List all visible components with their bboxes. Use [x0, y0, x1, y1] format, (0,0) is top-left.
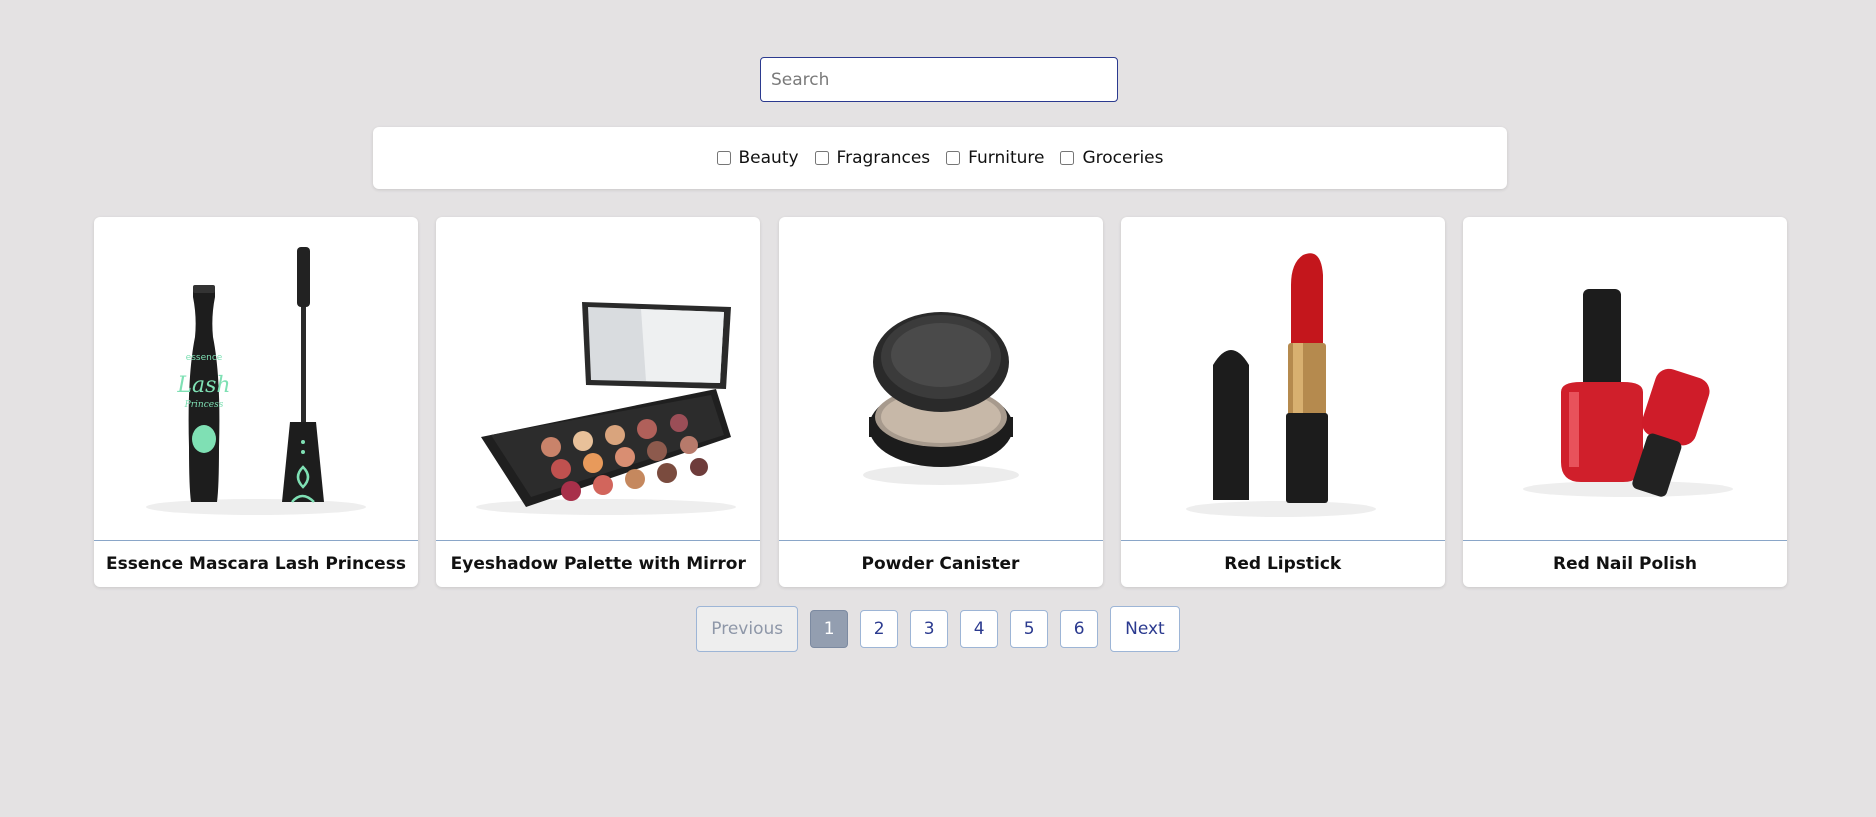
product-card[interactable]: Eyeshadow Palette with Mirror [436, 217, 761, 587]
lipstick-image [1185, 253, 1376, 517]
product-title[interactable]: Powder Canister [779, 541, 1103, 587]
powder-canister-image [862, 312, 1019, 485]
product-card[interactable]: Red Nail Polish [1463, 217, 1787, 587]
product-image[interactable] [1463, 217, 1787, 541]
product-card[interactable]: essence Lash Princess Essence Mascara La… [94, 217, 418, 587]
filter-groceries-checkbox[interactable] [1060, 151, 1075, 165]
filter-groceries-label: Groceries [1082, 148, 1164, 168]
product-grid: essence Lash Princess Essence Mascara La… [94, 217, 1787, 587]
page-button-6[interactable]: 6 [1060, 610, 1099, 648]
product-card[interactable]: Red Lipstick [1120, 217, 1445, 587]
filter-beauty-checkbox[interactable] [716, 151, 731, 165]
next-button[interactable]: Next [1110, 606, 1180, 652]
filter-beauty-label: Beauty [738, 148, 799, 168]
filter-groceries[interactable]: Groceries [1060, 148, 1164, 168]
filter-fragrances-label: Fragrances [836, 148, 931, 168]
product-image[interactable]: essence Lash Princess [94, 217, 418, 541]
svg-text:Lash: Lash [176, 373, 230, 398]
product-card[interactable]: Powder Canister [778, 217, 1103, 587]
product-image[interactable] [436, 217, 761, 541]
filter-beauty[interactable]: Beauty [716, 148, 799, 168]
product-title[interactable]: Red Nail Polish [1463, 541, 1787, 587]
search-container [760, 57, 1118, 102]
mascara-image: essence Lash Princess [146, 247, 366, 515]
nail-polish-image [1523, 289, 1733, 497]
filter-furniture-label: Furniture [968, 148, 1045, 168]
filter-fragrances-checkbox[interactable] [814, 151, 829, 165]
svg-text:Princess: Princess [184, 400, 224, 410]
page-button-1[interactable]: 1 [810, 610, 849, 648]
pagination: Previous 1 2 3 4 5 6 Next [0, 606, 1876, 652]
page-button-4[interactable]: 4 [960, 610, 999, 648]
filter-fragrances[interactable]: Fragrances [814, 148, 931, 168]
filter-furniture-checkbox[interactable] [946, 151, 961, 165]
filter-furniture[interactable]: Furniture [946, 148, 1044, 168]
product-image[interactable] [778, 217, 1103, 541]
search-input[interactable] [760, 57, 1118, 102]
category-filter-bar: Beauty Fragrances Furniture Groceries [373, 127, 1507, 189]
product-title[interactable]: Red Lipstick [1121, 541, 1445, 587]
previous-button[interactable]: Previous [696, 606, 799, 652]
page-button-5[interactable]: 5 [1010, 610, 1049, 648]
product-title[interactable]: Eyeshadow Palette with Mirror [436, 541, 760, 587]
page-button-3[interactable]: 3 [910, 610, 949, 648]
product-image[interactable] [1120, 217, 1445, 541]
svg-text:essence: essence [186, 353, 223, 363]
eyeshadow-palette-image [476, 302, 737, 515]
page-button-2[interactable]: 2 [860, 610, 899, 648]
product-title[interactable]: Essence Mascara Lash Princess [94, 541, 418, 587]
